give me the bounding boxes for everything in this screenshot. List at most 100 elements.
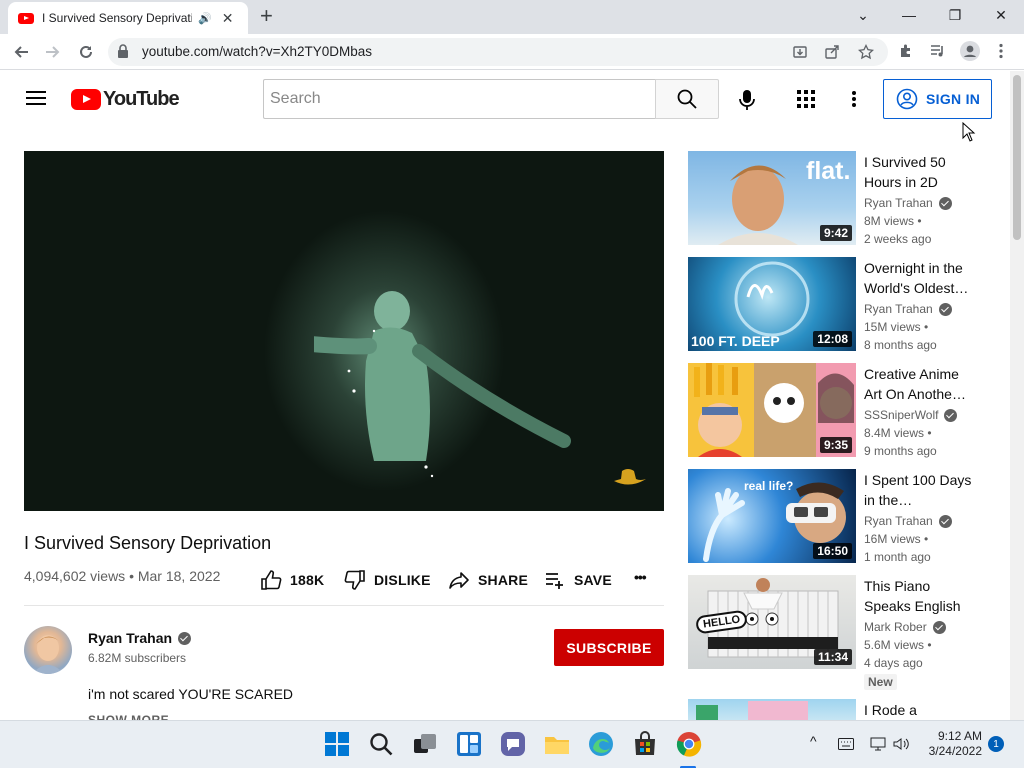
- view-count-and-date: 4,094,602 views • Mar 18, 2022: [24, 568, 221, 584]
- add-to-playlist-icon: [546, 573, 563, 589]
- forward-arrow-icon[interactable]: [42, 41, 64, 63]
- youtube-masthead: YouTube Search SIGN IN: [0, 71, 1010, 127]
- show-hidden-icons-button[interactable]: ^: [810, 733, 817, 749]
- back-arrow-icon[interactable]: [10, 41, 32, 63]
- share-page-icon[interactable]: [824, 44, 840, 60]
- recommended-video[interactable]: HELLO 11:34 This Piano Speaks English Ma…: [688, 575, 988, 690]
- recommended-title[interactable]: Overnight in the World's Oldest…: [864, 258, 976, 298]
- sign-in-button[interactable]: SIGN IN: [883, 79, 992, 119]
- verified-badge-icon: [944, 408, 958, 422]
- dislike-button[interactable]: DISLIKE: [344, 569, 431, 591]
- recommended-title[interactable]: I Survived 50 Hours in 2D: [864, 152, 976, 192]
- share-button[interactable]: SHARE: [448, 569, 528, 591]
- video-thumbnail[interactable]: HELLO 11:34: [688, 575, 856, 669]
- recommended-video[interactable]: 100 FT. DEEP 12:08 Overnight in the Worl…: [688, 257, 988, 352]
- channel-name-text[interactable]: Ryan Trahan: [88, 630, 172, 646]
- recommended-views: 15M views •: [864, 320, 929, 334]
- video-title: I Survived Sensory Deprivation: [24, 533, 272, 553]
- video-player[interactable]: [24, 151, 664, 511]
- restore-button[interactable]: ❐: [932, 0, 978, 30]
- file-explorer-icon[interactable]: [544, 731, 570, 757]
- url-text[interactable]: youtube.com/watch?v=Xh2TY0DMbas: [142, 44, 372, 59]
- video-thumbnail[interactable]: 9:35: [688, 363, 856, 457]
- windows-taskbar: ^: [0, 720, 1024, 768]
- clock-date: 3/24/2022: [928, 744, 982, 758]
- video-description: i'm not scared YOU'RE SCARED: [88, 686, 294, 702]
- windows-start-icon[interactable]: [324, 731, 350, 757]
- network-icon[interactable]: [870, 736, 886, 752]
- recommended-video[interactable]: flat. 9:42 I Survived 50 Hours in 2D Rya…: [688, 151, 988, 246]
- recommended-title[interactable]: I Spent 100 Days in the…: [864, 470, 976, 510]
- save-button[interactable]: SAVE: [544, 569, 612, 591]
- microsoft-store-icon[interactable]: [632, 731, 658, 757]
- recommended-title[interactable]: This Piano Speaks English: [864, 576, 976, 616]
- browser-tab[interactable]: I Survived Sensory Deprivation - YouTube…: [8, 2, 248, 34]
- media-control-icon[interactable]: [930, 43, 946, 59]
- system-clock[interactable]: 9:12 AM 3/24/2022: [922, 729, 982, 759]
- tab-close-icon[interactable]: ✕: [222, 10, 234, 27]
- verified-badge-icon: [938, 196, 952, 210]
- taskbar-search-icon[interactable]: [368, 731, 394, 757]
- address-bar[interactable]: youtube.com/watch?v=Xh2TY0DMbas: [108, 38, 888, 66]
- chrome-menu-icon[interactable]: [998, 43, 1004, 59]
- recommended-channel: Ryan Trahan: [864, 302, 952, 316]
- scrollbar-thumb[interactable]: [1013, 75, 1021, 240]
- video-duration: 9:42: [819, 225, 852, 241]
- keyboard-icon[interactable]: [838, 738, 854, 750]
- new-tab-button[interactable]: +: [260, 4, 273, 28]
- recommended-age: 8 months ago: [864, 338, 937, 352]
- video-thumbnail[interactable]: real life? 16:50: [688, 469, 856, 563]
- chrome-browser-icon[interactable]: [676, 731, 702, 757]
- profile-avatar-icon[interactable]: [960, 41, 980, 61]
- share-label: SHARE: [478, 572, 529, 588]
- extensions-puzzle-icon[interactable]: [898, 43, 914, 59]
- widgets-icon[interactable]: [456, 731, 482, 757]
- task-view-icon[interactable]: [412, 731, 438, 757]
- recommended-video[interactable]: real life? 16:50 I Spent 100 Days in the…: [688, 469, 988, 564]
- subscribe-button[interactable]: SUBSCRIBE: [554, 629, 664, 666]
- show-more-button[interactable]: SHOW MORE: [88, 713, 169, 720]
- recommended-channel: Mark Rober: [864, 620, 946, 634]
- recommended-title[interactable]: I Rode a: [864, 700, 976, 720]
- recommended-channel: SSSniperWolf: [864, 408, 958, 422]
- video-thumbnail[interactable]: 100 FT. DEEP 12:08: [688, 257, 856, 351]
- volume-icon[interactable]: [892, 736, 910, 752]
- guide-menu-icon[interactable]: [26, 91, 46, 105]
- recommended-video[interactable]: 9:35 Creative Anime Art On Anothe… SSSni…: [688, 363, 988, 458]
- install-app-icon[interactable]: [792, 44, 808, 60]
- recommended-video[interactable]: I Rode a: [688, 699, 988, 720]
- more-actions-button[interactable]: •••: [634, 569, 647, 585]
- channel-avatar[interactable]: [24, 626, 72, 674]
- video-thumbnail[interactable]: [688, 699, 856, 720]
- youtube-logo[interactable]: YouTube: [71, 88, 180, 111]
- notification-badge[interactable]: 1: [988, 736, 1004, 752]
- video-thumbnail[interactable]: flat. 9:42: [688, 151, 856, 245]
- minimize-button[interactable]: —: [886, 0, 932, 30]
- edge-browser-icon[interactable]: [588, 731, 614, 757]
- reload-icon[interactable]: [75, 41, 97, 63]
- video-duration: 9:35: [819, 437, 852, 453]
- browser-tab-strip: I Survived Sensory Deprivation - YouTube…: [0, 0, 1024, 34]
- youtube-favicon-icon: [18, 12, 34, 24]
- thumbs-up-icon: [261, 570, 282, 590]
- video-frame-figure: [314, 291, 571, 478]
- search-input[interactable]: Search: [263, 79, 656, 119]
- tab-audio-icon[interactable]: 🔊: [198, 12, 212, 25]
- clock-time: 9:12 AM: [937, 729, 982, 743]
- lock-icon[interactable]: [118, 44, 128, 58]
- recommended-views: 16M views •: [864, 532, 929, 546]
- close-window-button[interactable]: ✕: [978, 0, 1024, 30]
- recommended-title[interactable]: Creative Anime Art On Anothe…: [864, 364, 976, 404]
- channel-watermark-hat-icon[interactable]: [612, 467, 648, 489]
- tab-search-icon[interactable]: ⌄: [840, 0, 886, 30]
- youtube-apps-icon[interactable]: [797, 90, 815, 108]
- recommended-channel-name: SSSniperWolf: [864, 408, 939, 422]
- channel-name[interactable]: Ryan Trahan: [88, 630, 192, 646]
- recommended-age: 4 days ago: [864, 656, 923, 670]
- settings-menu-icon[interactable]: [852, 91, 856, 107]
- like-button[interactable]: 188K: [260, 569, 324, 591]
- bookmark-star-icon[interactable]: [858, 44, 874, 60]
- search-button[interactable]: [655, 79, 719, 119]
- teams-chat-icon[interactable]: [500, 731, 526, 757]
- microphone-icon[interactable]: [735, 88, 759, 112]
